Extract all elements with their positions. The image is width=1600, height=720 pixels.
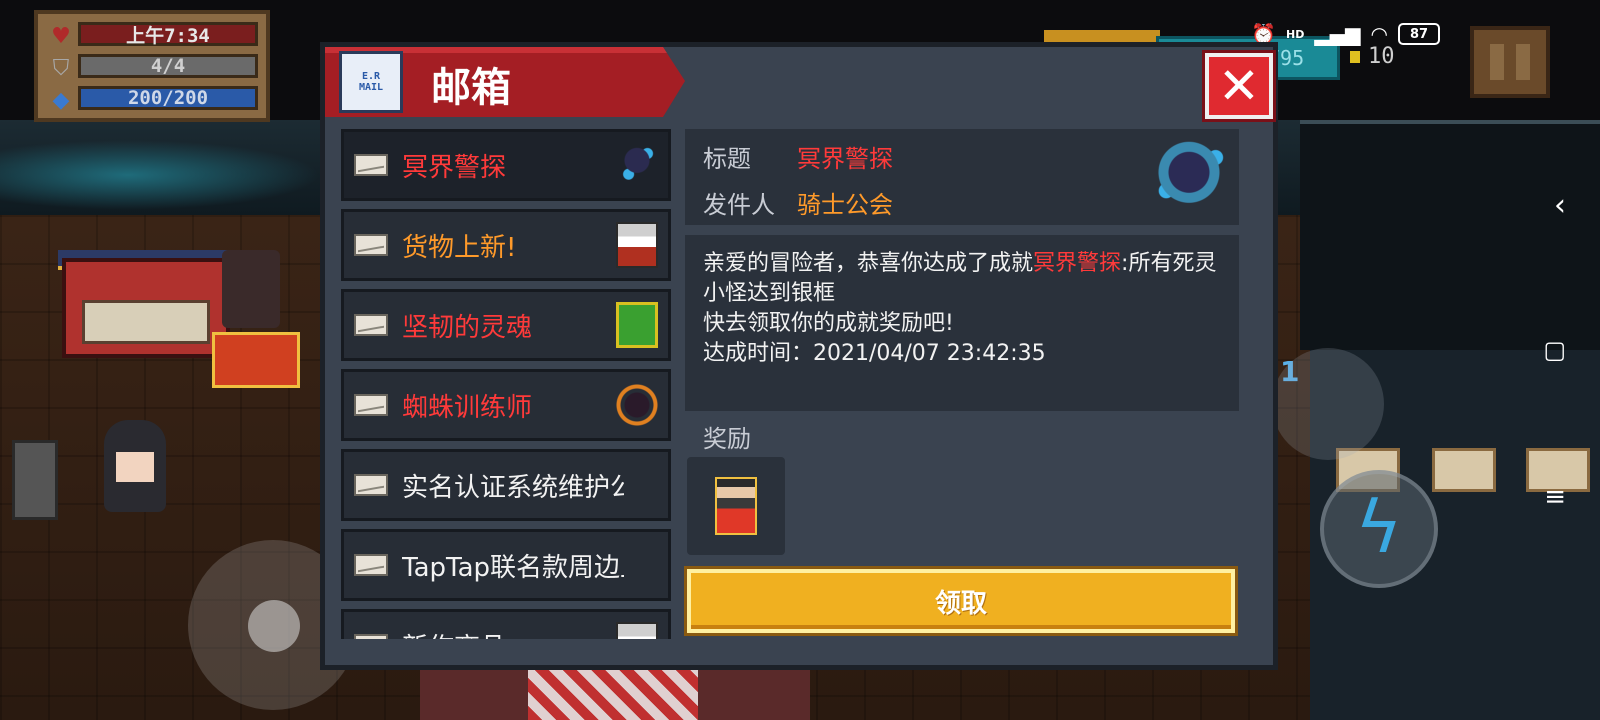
mail-item[interactable]: 实名认证系统维护公 [341, 449, 671, 521]
signal-icon: ▂▄▆ [1314, 22, 1361, 46]
envelope-icon [354, 474, 388, 496]
mail-body: 亲爱的冒险者，恭喜你达成了成就冥界警探:所有死灵小怪达到银框 快去领取你的成就奖… [685, 235, 1239, 411]
envelope-icon [354, 634, 388, 639]
title-label: 标题 [703, 145, 751, 173]
ghost-detective-icon [616, 142, 658, 188]
shield-icon: ⛉ [52, 55, 70, 81]
mail-envelope-icon: E.R MAIL [339, 51, 403, 113]
switch-weapon-button[interactable] [1272, 348, 1384, 460]
gem-icon [1350, 50, 1360, 63]
green-book-icon [616, 302, 658, 348]
player-stats-panel: ♥ 上午7:34 ⛉ 4/4 ◆ 200/200 [34, 10, 270, 122]
mail-item[interactable]: 新作商品 [341, 609, 671, 639]
time-bar: 上午7:34 [78, 22, 258, 47]
mail-item[interactable]: 坚韧的灵魂 [341, 289, 671, 361]
mail-item[interactable]: 冥界警探 [341, 129, 671, 201]
shop-sign [82, 300, 210, 344]
mail-item-label: 冥界警探 [402, 152, 507, 183]
mail-item-label: 实名认证系统维护公 [402, 472, 624, 503]
menu-nav-icon[interactable]: ≡ [1544, 482, 1566, 512]
mail-detail-header: 标题 冥界警探 发件人 骑士公会 [685, 129, 1239, 225]
back-nav-icon[interactable]: ‹ [1554, 188, 1566, 223]
energy-row: ◆ [48, 86, 74, 114]
gold-bar [1044, 30, 1160, 42]
body-highlight: 冥界警探 [1033, 251, 1122, 276]
envelope-icon [354, 554, 388, 576]
home-nav-icon[interactable]: ▢ [1543, 336, 1566, 364]
shield-bar: 4/4 [78, 54, 258, 78]
mail-icon-text-2: MAIL [358, 82, 384, 93]
mailbox-window: E.R MAIL 邮箱 ✕ 冥界警探 货物上新! 坚韧的灵魂 蜘蛛训练师 实名认… [320, 42, 1278, 670]
network-badge: HD [1286, 27, 1305, 41]
girl-npc-face [116, 452, 154, 482]
reward-label: 奖励 [703, 425, 751, 453]
shield-row: ⛉ [48, 54, 74, 82]
mail-icon-text-1: E.R [361, 71, 381, 82]
energy-bar: 200/200 [78, 86, 258, 110]
envelope-icon [354, 154, 388, 176]
envelope-icon [354, 394, 388, 416]
system-status-bar: ⏰ HD ▂▄▆ ◠ 87 [1251, 22, 1440, 46]
mail-item[interactable]: TapTap联名款周边上 [341, 529, 671, 601]
envelope-icon [354, 234, 388, 256]
merchant-npc [222, 250, 280, 328]
spider-ring-icon [616, 382, 658, 428]
mail-item-label: 货物上新! [402, 232, 517, 263]
envelope-icon [354, 314, 388, 336]
body-prefix: 亲爱的冒险者，恭喜你达成了成就 [703, 251, 1034, 276]
mail-body-time: 达成时间：2021/04/07 23:42:35 [703, 341, 1046, 366]
mailbox-title: 邮箱 [431, 65, 511, 111]
hp-row: ♥ [48, 22, 74, 50]
mail-item[interactable]: 货物上新! [341, 209, 671, 281]
title-value: 冥界警探 [797, 145, 893, 173]
fence-post [12, 440, 58, 520]
mail-item-label: 坚韧的灵魂 [402, 312, 533, 343]
sender-label: 发件人 [703, 191, 775, 219]
sender-value: 骑士公会 [797, 191, 893, 219]
ghost-detective-icon [1151, 139, 1227, 213]
mail-item-label: 蜘蛛训练师 [402, 392, 533, 423]
gem-count: 10 [1368, 44, 1395, 69]
wifi-icon: ◠ [1370, 22, 1388, 46]
striped-rug [528, 665, 698, 720]
mail-list[interactable]: 冥界警探 货物上新! 坚韧的灵魂 蜘蛛训练师 实名认证系统维护公 TapTap联… [341, 129, 671, 639]
energy-diamond-icon: ◆ [52, 87, 70, 113]
lightning-icon: ϟ [1355, 485, 1403, 569]
right-wall [1300, 120, 1600, 350]
heart-icon: ♥ [51, 23, 71, 49]
gem-counter: 10 [1350, 44, 1395, 69]
mail-item[interactable]: 蜘蛛训练师 [341, 369, 671, 441]
reward-slot[interactable] [687, 457, 785, 555]
mail-body-line1: 亲爱的冒险者，恭喜你达成了成就冥界警探:所有死灵小怪达到银框 [703, 249, 1221, 309]
teal-window [0, 140, 320, 210]
merchant-icon [616, 622, 658, 639]
merchant-skin-icon [715, 477, 757, 535]
mail-item-label: TapTap联名款周边上 [402, 552, 624, 583]
mail-item-label: 新作商品 [402, 627, 624, 640]
move-joystick-knob[interactable] [248, 600, 300, 652]
merchant-icon [616, 222, 658, 268]
close-button[interactable]: ✕ [1205, 53, 1273, 119]
battery-indicator: 87 [1398, 23, 1440, 45]
red-chest [212, 332, 300, 388]
claim-button[interactable]: 领取 [687, 569, 1235, 633]
mail-body-line2: 快去领取你的成就奖励吧! [703, 311, 954, 336]
pause-button[interactable] [1470, 26, 1550, 98]
